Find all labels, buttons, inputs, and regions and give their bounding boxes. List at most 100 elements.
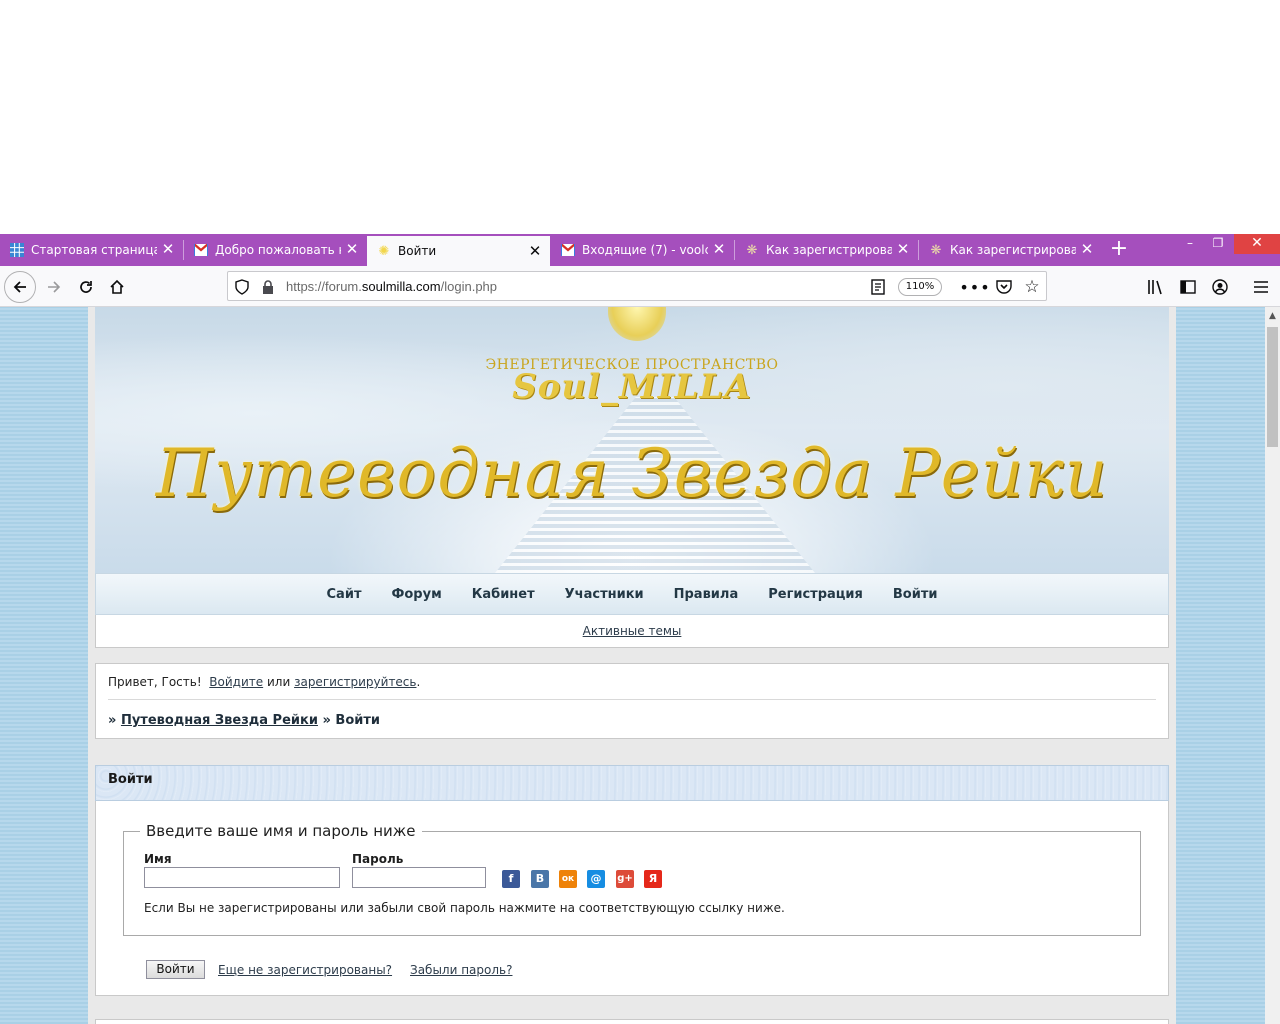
close-icon[interactable]: ✕	[712, 242, 726, 257]
header-banner: ЭНЕРГЕТИЧЕСКОЕ ПРОСТРАНСТВО Soul_MILLA П…	[95, 307, 1169, 573]
breadcrumb-forum-link[interactable]: Путеводная Звезда Рейки	[121, 713, 318, 728]
next-section-edge	[95, 1019, 1169, 1024]
menu-login[interactable]: Войти	[893, 587, 938, 602]
blank-area	[0, 0, 1280, 234]
forward-button[interactable]	[39, 272, 69, 302]
main-menu: Сайт Форум Кабинет Участники Правила Рег…	[95, 573, 1169, 615]
page-scrollbar[interactable]: ▲	[1265, 307, 1280, 1024]
close-icon[interactable]: ✕	[1080, 242, 1094, 257]
scroll-thumb[interactable]	[1267, 327, 1278, 447]
vk-icon[interactable]: B	[531, 870, 549, 888]
banner-title: Путеводная Звезда Рейки	[155, 435, 1109, 512]
reload-icon	[80, 281, 92, 293]
tab-welcome[interactable]: Добро пожаловать на ✕	[184, 234, 367, 266]
login-submit-button[interactable]: Войти	[146, 960, 205, 979]
facebook-icon[interactable]: f	[502, 870, 520, 888]
greeting-line: Привет, Гость! Войдите или зарегистрируй…	[108, 675, 421, 689]
lock-icon[interactable]	[258, 277, 278, 297]
tab-strip: Стартовая страница - ✕ Добро пожаловать …	[0, 234, 1280, 266]
login-section-header: Войти	[95, 765, 1169, 801]
star-icon: ✺	[378, 243, 390, 259]
grid-icon	[9, 242, 25, 258]
divider	[108, 699, 1156, 700]
tab-title: Стартовая страница -	[31, 243, 157, 257]
menu-icon[interactable]	[1249, 275, 1273, 299]
reader-view-icon[interactable]	[868, 277, 888, 297]
reload-button[interactable]	[71, 272, 101, 302]
lotus-emblem	[608, 307, 666, 341]
tab-how-to-register-2[interactable]: ❋ Как зарегистрироватьс ✕	[919, 234, 1102, 266]
home-button[interactable]	[102, 272, 132, 302]
gmail-icon	[560, 242, 576, 258]
greeting-text: Привет, Гость!	[108, 675, 202, 689]
sidebar-icon[interactable]	[1176, 275, 1200, 299]
page-actions-icon[interactable]: •••	[959, 277, 989, 297]
minimize-button[interactable]: –	[1180, 234, 1200, 254]
forum-container: ЭНЕРГЕТИЧЕСКОЕ ПРОСТРАНСТВО Soul_MILLA П…	[88, 307, 1176, 1024]
menu-members[interactable]: Участники	[565, 587, 644, 602]
new-tab-button[interactable]: +	[1106, 234, 1132, 266]
menu-forum[interactable]: Форум	[391, 587, 441, 602]
register-link[interactable]: зарегистрируйтесь	[294, 675, 416, 689]
tab-title: Как зарегистрироватьс	[766, 243, 892, 257]
not-registered-link[interactable]: Еще не зарегистрированы?	[218, 963, 392, 977]
active-topics-bar: Активные темы	[95, 615, 1169, 648]
shield-icon[interactable]	[232, 277, 252, 297]
breadcrumb-current: Войти	[335, 713, 381, 728]
page-viewport: ЭНЕРГЕТИЧЕСКОЕ ПРОСТРАНСТВО Soul_MILLA П…	[0, 307, 1265, 1024]
or-text: или	[266, 675, 291, 689]
home-icon	[110, 279, 124, 294]
tab-how-to-register-1[interactable]: ❋ Как зарегистрироватьс ✕	[735, 234, 918, 266]
username-input[interactable]	[144, 867, 340, 888]
back-button[interactable]	[4, 271, 36, 303]
tab-title: Входящие (7) - voolche	[582, 243, 708, 257]
tab-title: Войти	[398, 244, 437, 258]
gmail-icon	[193, 242, 209, 258]
tab-start-page[interactable]: Стартовая страница - ✕	[0, 234, 183, 266]
google-plus-icon[interactable]: g+	[616, 870, 634, 888]
tab-inbox[interactable]: Входящие (7) - voolche ✕	[551, 234, 734, 266]
close-icon[interactable]: ✕	[161, 242, 175, 257]
menu-register[interactable]: Регистрация	[768, 587, 863, 602]
fieldset-legend: Введите ваше имя и пароль ниже	[140, 822, 422, 840]
zoom-level[interactable]: 110%	[898, 278, 942, 296]
menu-rules[interactable]: Правила	[674, 587, 739, 602]
credentials-fieldset: Введите ваше имя и пароль ниже Имя Парол…	[123, 822, 1141, 936]
arrow-left-icon	[13, 281, 26, 293]
flower-icon: ❋	[930, 242, 942, 258]
close-icon[interactable]: ✕	[345, 242, 359, 257]
odnoklassniki-icon[interactable]: ок	[559, 870, 577, 888]
menu-site[interactable]: Сайт	[327, 587, 362, 602]
yandex-icon[interactable]: Я	[644, 870, 662, 888]
password-label: Пароль	[352, 852, 404, 866]
mailru-icon[interactable]: @	[587, 870, 605, 888]
username-label: Имя	[144, 852, 172, 866]
login-link[interactable]: Войдите	[209, 675, 263, 689]
forgot-password-link[interactable]: Забыли пароль?	[410, 963, 512, 977]
address-bar[interactable]: https://forum.soulmilla.com/login.php 11…	[227, 271, 1047, 301]
welcome-box: Привет, Гость! Войдите или зарегистрируй…	[95, 663, 1169, 739]
tab-title: Как зарегистрироватьс	[950, 243, 1076, 257]
active-topics-link[interactable]: Активные темы	[583, 624, 682, 638]
login-section-title: Войти	[108, 772, 153, 787]
bookmark-star-icon[interactable]: ☆	[1022, 277, 1042, 297]
library-icon[interactable]	[1144, 275, 1168, 299]
tab-title: Добро пожаловать на	[215, 243, 341, 257]
restore-button[interactable]: ❐	[1208, 234, 1228, 254]
tab-login[interactable]: ✺ Войти ✕	[367, 234, 550, 266]
flower-icon: ❋	[746, 242, 758, 258]
login-form: Введите ваше имя и пароль ниже Имя Парол…	[95, 801, 1169, 996]
scroll-up-arrow[interactable]: ▲	[1265, 307, 1280, 325]
banner-brand: Soul_MILLA	[512, 367, 752, 407]
close-icon[interactable]: ✕	[896, 242, 910, 257]
account-icon[interactable]	[1208, 275, 1232, 299]
login-hint: Если Вы не зарегистрированы или забыли с…	[144, 901, 785, 915]
close-icon[interactable]: ✕	[528, 244, 542, 259]
pocket-icon[interactable]	[994, 277, 1014, 297]
password-input[interactable]	[352, 867, 486, 888]
arrow-right-icon	[48, 281, 61, 293]
breadcrumb: » Путеводная Звезда Рейки » Войти	[108, 713, 381, 728]
window-close-button[interactable]: ✕	[1234, 234, 1280, 254]
menu-cabinet[interactable]: Кабинет	[472, 587, 535, 602]
url-text[interactable]: https://forum.soulmilla.com/login.php	[286, 279, 497, 294]
